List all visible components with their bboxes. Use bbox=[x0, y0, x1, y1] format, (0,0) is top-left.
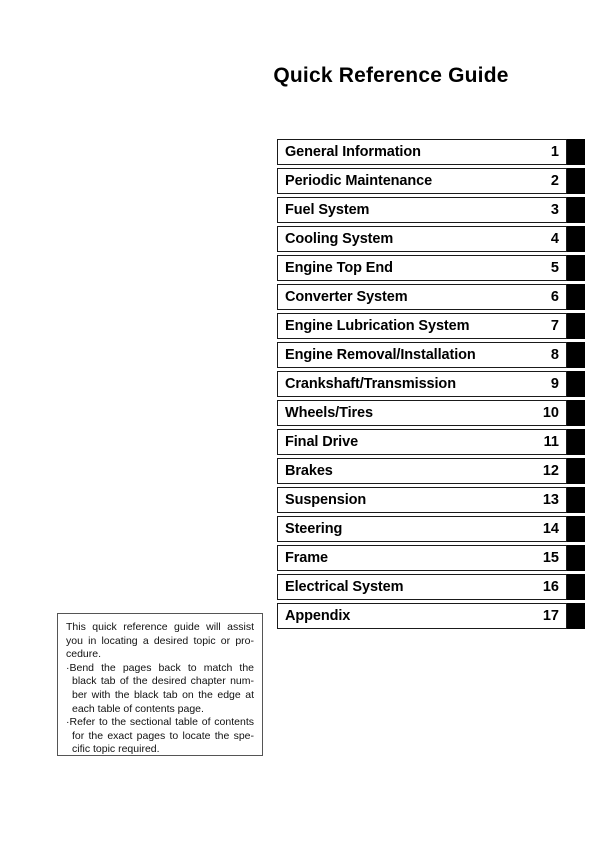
chapter-black-tab bbox=[567, 197, 585, 223]
chapter-entry[interactable]: Fuel System 3 bbox=[277, 197, 567, 223]
note-intro-text: This quick reference guide will assist y… bbox=[66, 621, 254, 661]
chapter-name: Brakes bbox=[285, 462, 333, 479]
chapter-name: Engine Top End bbox=[285, 259, 393, 276]
chapter-entry[interactable]: Crankshaft/Transmission 9 bbox=[277, 371, 567, 397]
chapter-entry[interactable]: Steering 14 bbox=[277, 516, 567, 542]
chapter-name: Electrical System bbox=[285, 578, 404, 595]
chapter-black-tab bbox=[567, 400, 585, 426]
chapter-black-tab bbox=[567, 516, 585, 542]
chapter-row[interactable]: Steering 14 bbox=[277, 516, 585, 542]
chapter-row[interactable]: Suspension 13 bbox=[277, 487, 585, 513]
chapter-number: 14 bbox=[542, 520, 559, 537]
note-bullet-text: Refer to the sectional table of contents… bbox=[69, 716, 255, 756]
chapter-name: Crankshaft/Transmission bbox=[285, 375, 456, 392]
chapter-entry[interactable]: Suspension 13 bbox=[277, 487, 567, 513]
chapter-entry[interactable]: Frame 15 bbox=[277, 545, 567, 571]
chapter-black-tab bbox=[567, 545, 585, 571]
chapter-row[interactable]: Cooling System 4 bbox=[277, 226, 585, 252]
chapter-row[interactable]: Periodic Maintenance 2 bbox=[277, 168, 585, 194]
chapter-number: 15 bbox=[542, 549, 559, 566]
chapter-number: 7 bbox=[550, 317, 559, 334]
chapter-row[interactable]: General Information 1 bbox=[277, 139, 585, 165]
chapter-number: 1 bbox=[550, 143, 559, 160]
chapter-name: Frame bbox=[285, 549, 329, 566]
usage-note-box: This quick reference guide will assist y… bbox=[57, 613, 263, 756]
chapter-black-tab bbox=[567, 313, 585, 339]
chapter-row[interactable]: Final Drive 11 bbox=[277, 429, 585, 455]
chapter-entry[interactable]: Cooling System 4 bbox=[277, 226, 567, 252]
chapter-row[interactable]: Frame 15 bbox=[277, 545, 585, 571]
chapter-black-tab bbox=[567, 429, 585, 455]
chapter-black-tab bbox=[567, 487, 585, 513]
chapter-black-tab bbox=[567, 168, 585, 194]
chapter-row[interactable]: Engine Removal/Installation 8 bbox=[277, 342, 585, 368]
chapter-row[interactable]: Crankshaft/Transmission 9 bbox=[277, 371, 585, 397]
chapter-entry[interactable]: Electrical System 16 bbox=[277, 574, 567, 600]
chapter-black-tab bbox=[567, 458, 585, 484]
chapter-black-tab bbox=[567, 574, 585, 600]
chapter-entry[interactable]: Brakes 12 bbox=[277, 458, 567, 484]
chapter-number: 13 bbox=[542, 491, 559, 508]
chapter-black-tab bbox=[567, 371, 585, 397]
chapter-entry[interactable]: Appendix 17 bbox=[277, 603, 567, 629]
chapter-name: Appendix bbox=[285, 607, 351, 624]
chapter-row[interactable]: Fuel System 3 bbox=[277, 197, 585, 223]
page-title: Quick Reference Guide bbox=[273, 64, 509, 87]
chapter-entry[interactable]: Periodic Maintenance 2 bbox=[277, 168, 567, 194]
chapter-row[interactable]: Brakes 12 bbox=[277, 458, 585, 484]
chapter-name: Steering bbox=[285, 520, 343, 537]
chapter-row[interactable]: Converter System 6 bbox=[277, 284, 585, 310]
chapter-number: 8 bbox=[550, 346, 559, 363]
chapter-entry[interactable]: Engine Lubrication System 7 bbox=[277, 313, 567, 339]
chapter-black-tab bbox=[567, 255, 585, 281]
chapter-name: Final Drive bbox=[285, 433, 359, 450]
chapter-number: 10 bbox=[542, 404, 559, 421]
chapter-entry[interactable]: Engine Removal/Installation 8 bbox=[277, 342, 567, 368]
document-page: Quick Reference Guide General Informatio… bbox=[0, 0, 600, 850]
chapter-row[interactable]: Appendix 17 bbox=[277, 603, 585, 629]
chapter-entry[interactable]: General Information 1 bbox=[277, 139, 567, 165]
chapter-row[interactable]: Electrical System 16 bbox=[277, 574, 585, 600]
chapter-row[interactable]: Engine Lubrication System 7 bbox=[277, 313, 585, 339]
chapter-number: 11 bbox=[543, 433, 559, 450]
chapter-black-tab bbox=[567, 342, 585, 368]
chapter-row[interactable]: Wheels/Tires 10 bbox=[277, 400, 585, 426]
chapter-entry[interactable]: Wheels/Tires 10 bbox=[277, 400, 567, 426]
chapter-black-tab bbox=[567, 603, 585, 629]
chapter-number: 12 bbox=[542, 462, 559, 479]
chapter-number: 4 bbox=[550, 230, 559, 247]
chapter-black-tab bbox=[567, 226, 585, 252]
chapter-number: 5 bbox=[550, 259, 559, 276]
chapter-name: Cooling System bbox=[285, 230, 394, 247]
chapter-black-tab bbox=[567, 284, 585, 310]
chapter-name: Periodic Maintenance bbox=[285, 172, 433, 189]
chapter-row[interactable]: Engine Top End 5 bbox=[277, 255, 585, 281]
chapter-number: 16 bbox=[542, 578, 559, 595]
chapter-name: Converter System bbox=[285, 288, 408, 305]
chapter-index-table: General Information 1 Periodic Maintenance… bbox=[277, 139, 585, 632]
chapter-name: Wheels/Tires bbox=[285, 404, 373, 421]
chapter-number: 3 bbox=[550, 201, 559, 218]
note-bullet-item: ·Refer to the sectional table of content… bbox=[66, 716, 254, 757]
chapter-name: Fuel System bbox=[285, 201, 370, 218]
chapter-number: 6 bbox=[550, 288, 559, 305]
chapter-black-tab bbox=[567, 139, 585, 165]
chapter-name: General Information bbox=[285, 143, 421, 160]
chapter-name: Suspension bbox=[285, 491, 367, 508]
note-bullet-text: Bend the pages back to match the black t… bbox=[69, 661, 255, 715]
chapter-entry[interactable]: Converter System 6 bbox=[277, 284, 567, 310]
chapter-entry[interactable]: Final Drive 11 bbox=[277, 429, 567, 455]
chapter-number: 9 bbox=[550, 375, 559, 392]
chapter-number: 2 bbox=[550, 172, 559, 189]
chapter-name: Engine Lubrication System bbox=[285, 317, 470, 334]
chapter-number: 17 bbox=[542, 607, 559, 624]
chapter-name: Engine Removal/Installation bbox=[285, 346, 476, 363]
note-bullet-item: ·Bend the pages back to match the black … bbox=[66, 662, 254, 716]
chapter-entry[interactable]: Engine Top End 5 bbox=[277, 255, 567, 281]
